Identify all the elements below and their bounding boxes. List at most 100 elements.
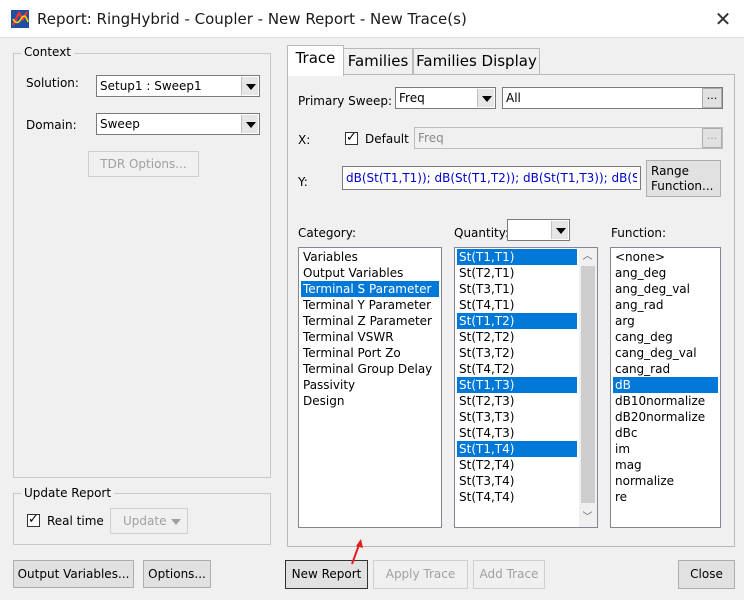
quantity-list-item[interactable]: St(T1,T2)	[457, 313, 577, 329]
primary-sweep-range[interactable]: All	[502, 87, 723, 109]
quantity-list-item[interactable]: St(T2,T3)	[457, 393, 577, 409]
primary-sweep-label: Primary Sweep:	[298, 94, 393, 108]
quantity-list-item[interactable]: St(T2,T2)	[457, 329, 577, 345]
tab-trace[interactable]: Trace	[287, 45, 344, 76]
tab-families[interactable]: Families	[343, 48, 413, 74]
primary-sweep-range-value: All	[506, 91, 521, 105]
quantity-list-item[interactable]: St(T3,T2)	[457, 345, 577, 361]
x-field[interactable]: Freq	[414, 127, 723, 149]
category-list-item[interactable]: Output Variables	[301, 265, 439, 281]
quantity-list-item[interactable]: St(T4,T1)	[457, 297, 577, 313]
update-button[interactable]: Update	[110, 508, 188, 534]
domain-select[interactable]: Sweep	[96, 113, 260, 135]
function-list-item[interactable]: ang_deg_val	[613, 281, 718, 297]
domain-value: Sweep	[100, 117, 140, 131]
category-list-item[interactable]: Terminal VSWR	[301, 329, 439, 345]
scroll-down-icon[interactable]: ﹀	[579, 509, 596, 526]
chevron-down-icon[interactable]	[241, 77, 258, 95]
red-arrow-annotation	[351, 539, 363, 565]
function-list[interactable]: <none> ang_deg ang_deg_val ang_rad arg cang_d…	[610, 247, 721, 528]
scroll-up-icon[interactable]: ︿	[579, 248, 596, 265]
chevron-down-icon[interactable]	[241, 115, 258, 133]
y-field[interactable]: dB(St(T1,T1)); dB(St(T1,T2)); dB(St(T1,T…	[342, 166, 641, 190]
category-list-item[interactable]: Terminal S Parameter	[301, 281, 439, 297]
chevron-down-icon	[171, 519, 181, 525]
close-label: Close	[690, 567, 723, 581]
tab-families-display-label: Families Display	[416, 52, 537, 70]
window-close-icon[interactable]: ✕	[706, 2, 740, 36]
function-list-item[interactable]: ang_deg	[613, 265, 718, 281]
tab-families-display[interactable]: Families Display	[413, 48, 540, 74]
apply-trace-button[interactable]: Apply Trace	[373, 560, 468, 589]
realtime-checkbox[interactable]	[27, 512, 40, 527]
output-variables-button[interactable]: Output Variables...	[13, 560, 134, 588]
quantity-list-item[interactable]: St(T2,T4)	[457, 457, 577, 473]
y-value: dB(St(T1,T1)); dB(St(T1,T2)); dB(St(T1,T…	[346, 171, 637, 185]
quantity-list-item[interactable]: St(T4,T3)	[457, 425, 577, 441]
quantity-list-item[interactable]: St(T1,T1)	[457, 249, 577, 265]
x-ellipsis-button[interactable]: ...	[702, 128, 722, 148]
window-title: Report: RingHybrid - Coupler - New Repor…	[37, 10, 467, 28]
quantity-scrollbar[interactable]: ︿ ﹀	[579, 248, 597, 527]
quantity-list-item[interactable]: St(T1,T4)	[457, 441, 577, 457]
quantity-list-item[interactable]: St(T3,T1)	[457, 281, 577, 297]
function-label: Function:	[611, 226, 667, 240]
options-label: Options...	[148, 567, 206, 581]
range-function-button[interactable]: Range Function...	[646, 160, 721, 197]
function-list-item[interactable]: <none>	[613, 249, 718, 265]
category-list-item[interactable]: Passivity	[301, 377, 439, 393]
function-list-item[interactable]: cang_deg_val	[613, 345, 718, 361]
tdr-options-label: TDR Options...	[100, 157, 187, 171]
function-list-item[interactable]: mag	[613, 457, 718, 473]
quantity-list-item[interactable]: St(T4,T2)	[457, 361, 577, 377]
solution-select[interactable]: Setup1 : Sweep1	[96, 75, 260, 97]
default-checkbox[interactable]	[345, 130, 358, 145]
category-list[interactable]: Variables Output Variables Terminal S Para…	[298, 247, 442, 528]
chevron-down-icon[interactable]	[551, 221, 568, 239]
category-list-item[interactable]: Design	[301, 393, 439, 409]
options-button[interactable]: Options...	[143, 560, 211, 588]
category-list-item[interactable]: Variables	[301, 249, 439, 265]
solution-value: Setup1 : Sweep1	[100, 79, 202, 93]
chevron-down-icon[interactable]	[477, 89, 494, 107]
category-list-item[interactable]: Terminal Y Parameter	[301, 297, 439, 313]
title-bar: Report: RingHybrid - Coupler - New Repor…	[0, 0, 744, 38]
app-icon	[11, 10, 29, 28]
category-label: Category:	[298, 226, 356, 240]
tab-families-label: Families	[347, 52, 409, 70]
function-list-item[interactable]: re	[613, 489, 718, 505]
function-list-item[interactable]: dB10normalize	[613, 393, 718, 409]
add-trace-button[interactable]: Add Trace	[473, 560, 545, 589]
quantity-list-item[interactable]: St(T1,T3)	[457, 377, 577, 393]
category-list-item[interactable]: Terminal Group Delay	[301, 361, 439, 377]
close-button[interactable]: Close	[678, 560, 735, 589]
quantity-list[interactable]: St(T1,T1) St(T2,T1) St(T3,T1) St(T4,T1) St(T…	[454, 247, 598, 528]
quantity-list-item[interactable]: St(T4,T4)	[457, 489, 577, 505]
update-label: Update	[123, 514, 167, 528]
output-variables-label: Output Variables...	[17, 567, 130, 581]
quantity-list-item[interactable]: St(T2,T1)	[457, 265, 577, 281]
scroll-thumb[interactable]	[581, 266, 595, 503]
x-value: Freq	[418, 131, 444, 145]
function-list-item[interactable]: cang_deg	[613, 329, 718, 345]
function-list-item[interactable]: ang_rad	[613, 297, 718, 313]
function-list-item[interactable]: dB20normalize	[613, 409, 718, 425]
quantity-filter-select[interactable]	[507, 219, 570, 241]
primary-sweep-ellipsis-button[interactable]: ...	[702, 88, 722, 108]
function-list-item[interactable]: normalize	[613, 473, 718, 489]
update-report-label: Update Report	[21, 486, 115, 500]
quantity-label: Quantity:	[454, 226, 510, 240]
realtime-label: Real time	[47, 514, 104, 528]
category-list-item[interactable]: Terminal Port Zo	[301, 345, 439, 361]
category-list-item[interactable]: Terminal Z Parameter	[301, 313, 439, 329]
function-list-item[interactable]: cang_rad	[613, 361, 718, 377]
function-list-item[interactable]: arg	[613, 313, 718, 329]
quantity-list-item[interactable]: St(T3,T3)	[457, 409, 577, 425]
function-list-item[interactable]: im	[613, 441, 718, 457]
tdr-options-button[interactable]: TDR Options...	[88, 151, 199, 177]
quantity-list-item[interactable]: St(T3,T4)	[457, 473, 577, 489]
function-list-item[interactable]: dB	[613, 377, 718, 393]
primary-sweep-select[interactable]: Freq	[395, 87, 496, 109]
function-list-item[interactable]: dBc	[613, 425, 718, 441]
add-trace-label: Add Trace	[479, 567, 539, 581]
